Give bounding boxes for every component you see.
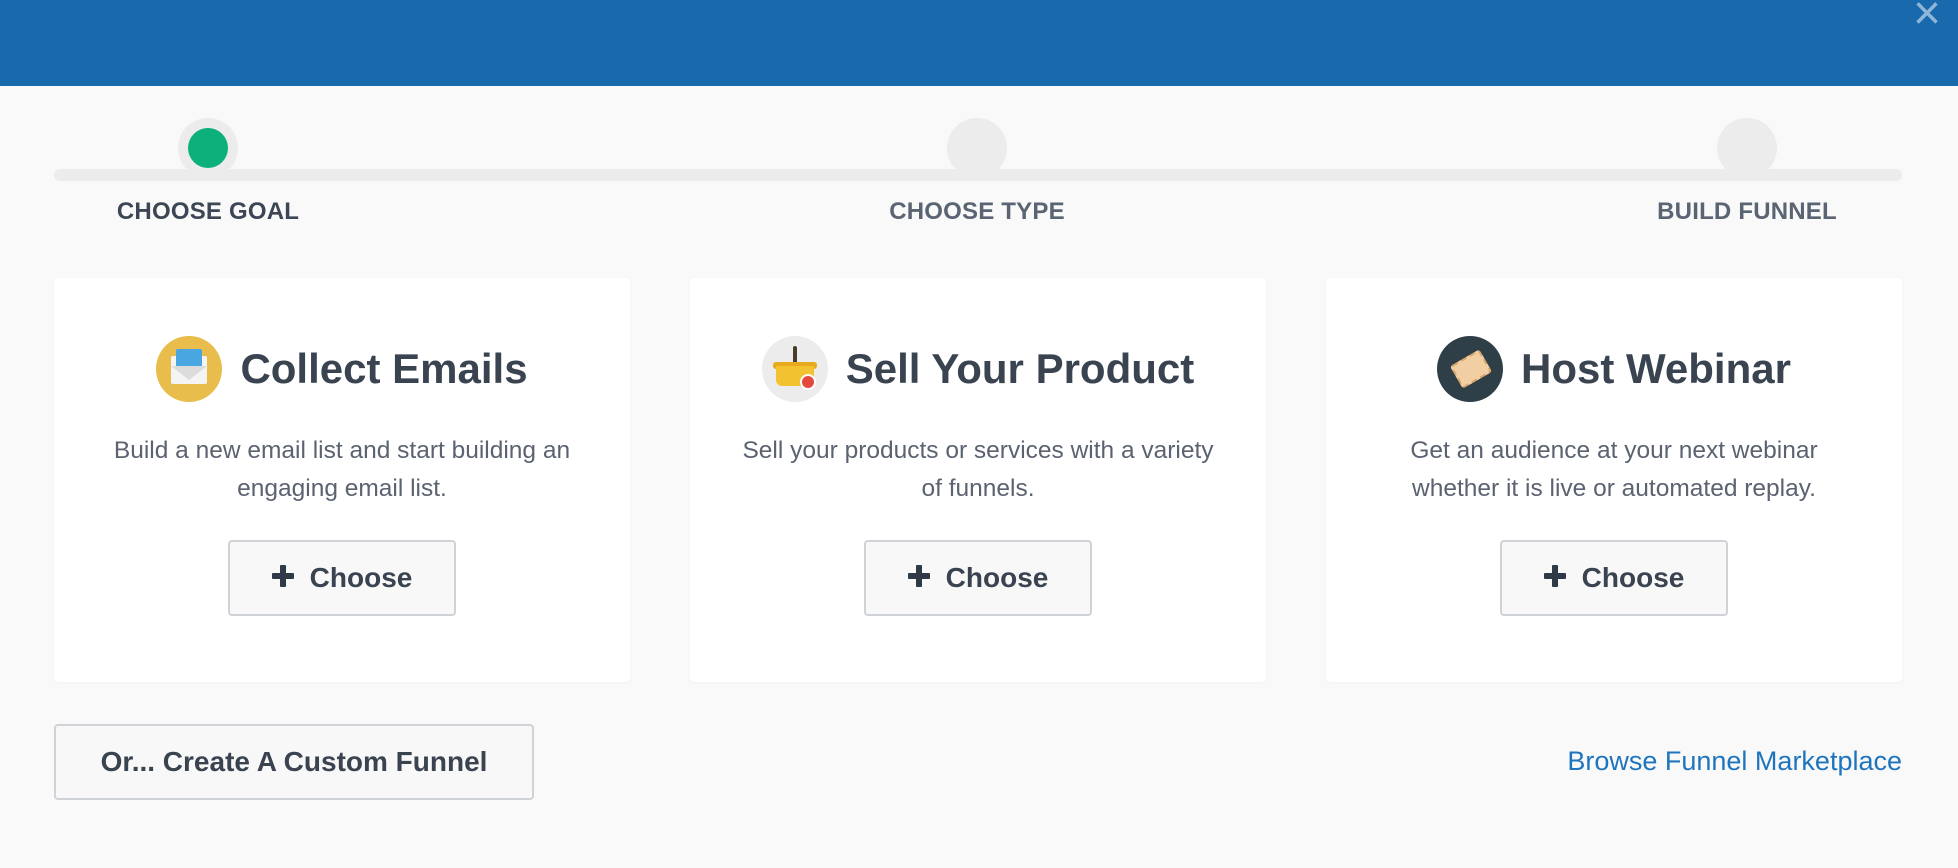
card-title: Collect Emails [240,345,528,392]
close-icon[interactable]: × [1906,0,1948,38]
card-description: Get an audience at your next webinar whe… [1410,437,1818,502]
modal-header-bar: × [0,0,1958,86]
card-header: Collect Emails [54,336,630,402]
plus-icon [271,565,294,587]
shopping-basket-icon [761,336,828,402]
card-title: Host Webinar [1521,345,1791,392]
create-custom-funnel-button[interactable]: Or... Create A Custom Funnel [54,724,534,800]
choose-collect-emails-button[interactable]: Choose [228,540,456,616]
step-label-choose-type: CHOOSE TYPE [889,198,1065,225]
card-description: Sell your products or services with a va… [742,437,1214,502]
choose-button-label: Choose [309,562,413,593]
card-header: Host Webinar [1326,336,1902,402]
choose-button-label: Choose [1581,562,1685,593]
choose-host-webinar-button[interactable]: Choose [1500,540,1728,616]
step-dot-build-funnel [1717,118,1777,178]
browse-marketplace-link[interactable]: Browse Funnel Marketplace [1567,746,1902,777]
plus-icon [907,565,930,587]
plus-icon [1543,565,1566,587]
step-dot-choose-type [947,118,1007,178]
goal-card-collect-emails: Collect Emails Build a new email list an… [54,278,630,682]
ticket-icon [1437,336,1504,402]
choose-button-label: Choose [945,562,1049,593]
goal-card-host-webinar: Host Webinar Get an audience at your nex… [1326,278,1902,682]
goal-card-sell-product: Sell Your Product Sell your products or … [690,278,1266,682]
step-active-indicator [188,128,228,168]
email-envelope-icon [156,336,223,402]
card-header: Sell Your Product [690,336,1266,402]
step-label-build-funnel: BUILD FUNNEL [1657,198,1837,225]
step-label-choose-goal: CHOOSE GOAL [116,198,300,225]
step-dot-choose-goal [178,118,238,178]
card-title: Sell Your Product [845,345,1195,392]
choose-sell-product-button[interactable]: Choose [864,540,1092,616]
card-description: Build a new email list and start buildin… [113,437,571,502]
